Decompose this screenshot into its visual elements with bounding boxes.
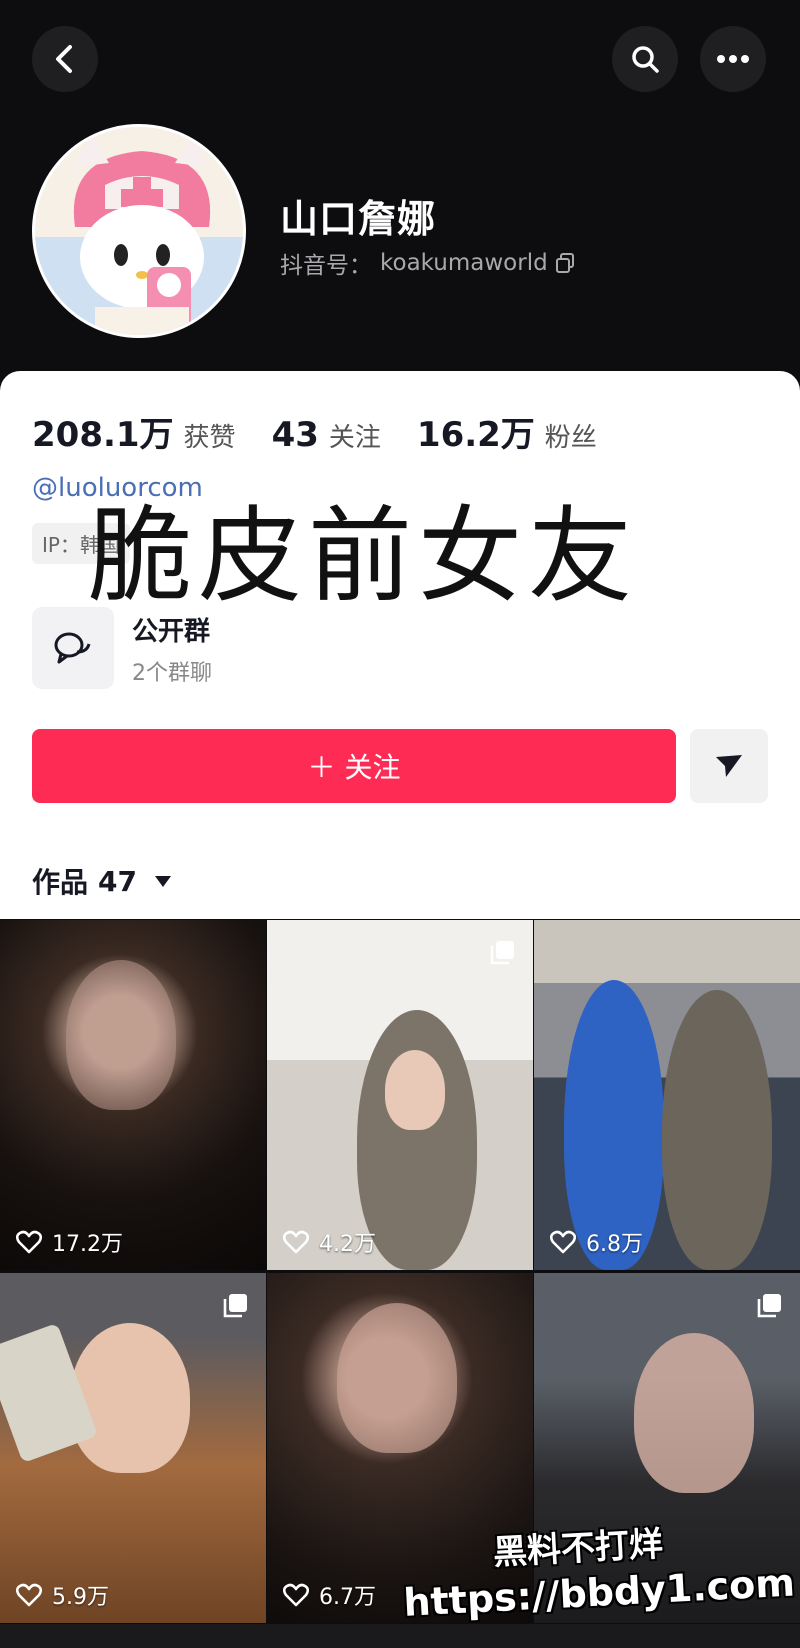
account-id: koakumaworld xyxy=(380,250,548,276)
heart-icon xyxy=(16,1583,42,1607)
like-count: 6.8万 xyxy=(550,1226,643,1258)
copy-icon[interactable] xyxy=(555,253,574,273)
avatar[interactable] xyxy=(32,124,246,338)
back-arrow-icon xyxy=(56,45,72,73)
search-icon xyxy=(632,46,659,73)
works-count: 47 xyxy=(98,864,137,898)
group-subtitle: 2个群聊 xyxy=(132,661,212,686)
next-row-preview xyxy=(0,1624,800,1648)
like-count-value: 6.8万 xyxy=(586,1232,643,1257)
profile-header: 山口詹娜 抖音号： koakumaworld xyxy=(0,0,800,375)
likes-count[interactable]: 208.1万 xyxy=(32,407,174,456)
works-label: 作品 xyxy=(32,866,89,899)
like-count: 4.2万 xyxy=(283,1226,376,1258)
followers-count[interactable]: 16.2万 xyxy=(417,407,535,456)
like-count-value: 6.7万 xyxy=(319,1585,376,1610)
watermark: 黑料不打烊 https://bbdy1.com xyxy=(400,1510,795,1625)
more-button[interactable] xyxy=(700,26,766,92)
group-chat-button[interactable] xyxy=(32,607,114,689)
group-title[interactable]: 公开群 xyxy=(132,611,210,648)
account-id-row: 抖音号： koakumaworld xyxy=(280,246,574,280)
overlay-caption: 脆皮前女友 xyxy=(88,495,639,617)
heart-icon xyxy=(550,1230,576,1254)
heart-icon xyxy=(16,1230,42,1254)
chat-bubble-icon xyxy=(54,632,91,664)
like-count-value: 4.2万 xyxy=(319,1232,376,1257)
like-count-value: 17.2万 xyxy=(52,1232,123,1257)
more-icon xyxy=(717,55,749,63)
back-button[interactable] xyxy=(32,26,98,92)
profile-card: 208.1万 获赞 43 关注 16.2万 粉丝 @luoluorcom IP：… xyxy=(0,371,800,919)
account-id-label: 抖音号： xyxy=(280,253,372,279)
avatar-illustration xyxy=(35,127,243,335)
multi-image-icon xyxy=(757,1294,781,1318)
video-tile[interactable]: 6.8万 xyxy=(534,920,800,1270)
followers-label: 粉丝 xyxy=(544,423,597,453)
like-count-value: 5.9万 xyxy=(52,1585,109,1610)
search-button[interactable] xyxy=(612,26,678,92)
like-count: 17.2万 xyxy=(16,1226,123,1258)
heart-icon xyxy=(283,1583,309,1607)
follow-button[interactable]: ＋ 关注 xyxy=(32,729,676,803)
profile-name: 山口詹娜 xyxy=(280,197,437,241)
following-label: 关注 xyxy=(328,423,381,453)
multi-image-icon xyxy=(223,1294,247,1318)
multi-image-icon xyxy=(490,941,514,965)
video-tile[interactable]: 17.2万 xyxy=(0,920,266,1270)
share-button[interactable] xyxy=(690,729,768,803)
send-icon xyxy=(716,755,742,777)
tab-works[interactable]: 作品 47 xyxy=(32,861,171,901)
video-tile[interactable]: 4.2万 xyxy=(267,920,533,1270)
heart-icon xyxy=(283,1230,309,1254)
like-count: 6.7万 xyxy=(283,1579,376,1611)
video-tile[interactable]: 5.9万 xyxy=(0,1273,266,1623)
stats-row: 208.1万 获赞 43 关注 16.2万 粉丝 xyxy=(32,407,633,456)
following-count[interactable]: 43 xyxy=(272,415,319,455)
likes-label: 获赞 xyxy=(183,423,236,453)
dropdown-caret-icon xyxy=(154,875,171,887)
like-count: 5.9万 xyxy=(16,1579,109,1611)
